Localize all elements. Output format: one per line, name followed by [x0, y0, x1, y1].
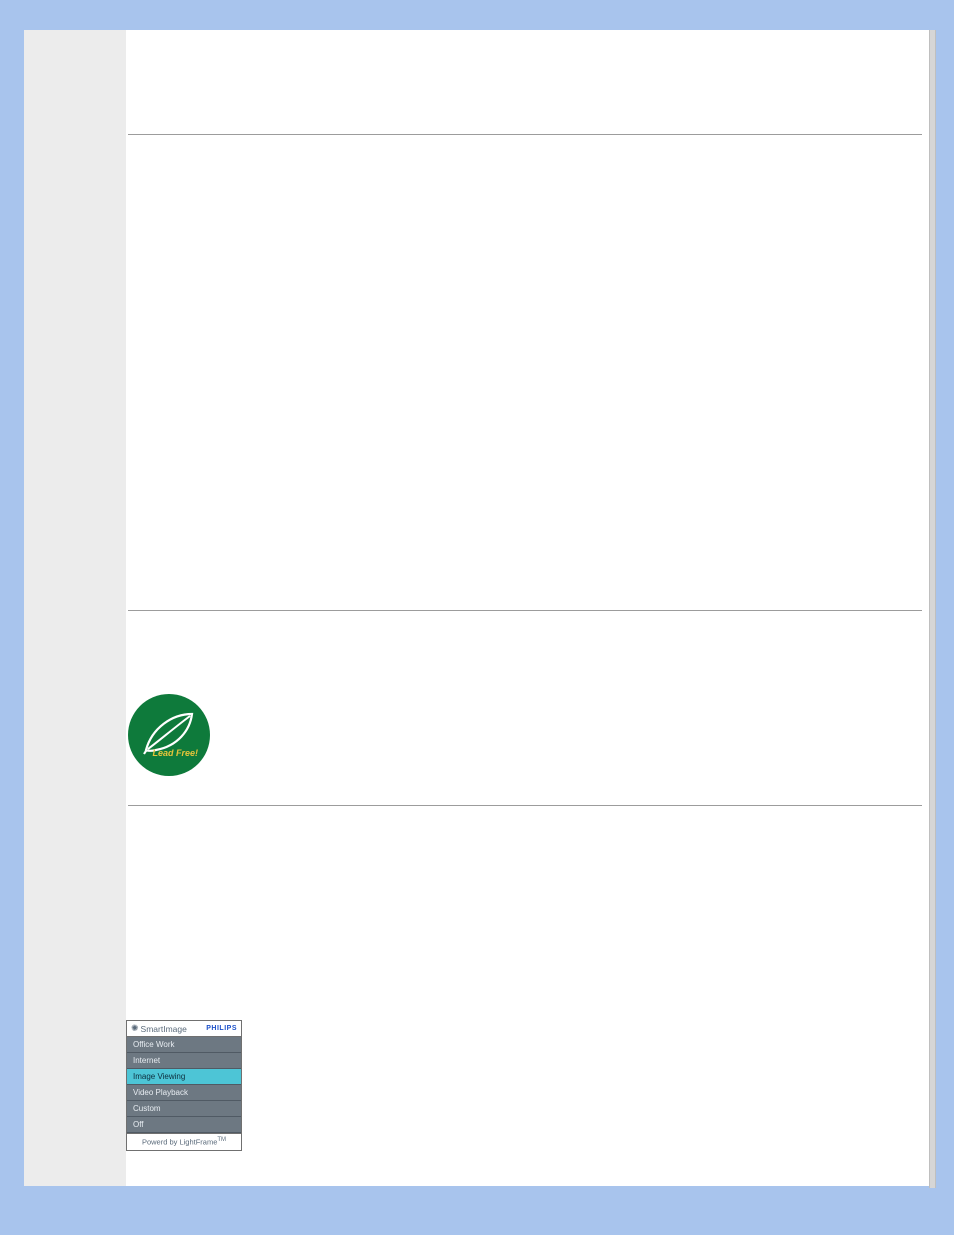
- section-1-blank: [128, 30, 922, 134]
- section-3-blank: [128, 611, 922, 805]
- smartimage-logo-icon: ✺: [131, 1023, 139, 1034]
- leaf-icon: [134, 700, 204, 770]
- smartimage-title: SmartImage: [141, 1024, 207, 1034]
- left-sidebar: [24, 30, 126, 1186]
- smartimage-footer: Powerd by LightFrameTM: [127, 1133, 241, 1150]
- page-frame: Lead Free! ✺ SmartImage PHILIPS Office W…: [24, 30, 930, 1186]
- smartimage-footer-sup: TM: [217, 1137, 226, 1143]
- lead-free-label: Lead Free!: [152, 748, 198, 758]
- smartimage-items-container: Office WorkInternetImage ViewingVideo Pl…: [127, 1037, 241, 1133]
- smartimage-item-internet[interactable]: Internet: [127, 1053, 241, 1069]
- section-2-blank: [128, 135, 922, 610]
- philips-brand-label: PHILIPS: [206, 1025, 237, 1032]
- divider-3: [128, 805, 922, 806]
- smartimage-item-video-playback[interactable]: Video Playback: [127, 1085, 241, 1101]
- smartimage-item-custom[interactable]: Custom: [127, 1101, 241, 1117]
- main-content: Lead Free! ✺ SmartImage PHILIPS Office W…: [126, 30, 930, 1186]
- smartimage-footer-text: Powerd by LightFrame: [142, 1138, 217, 1147]
- smartimage-osd-menu: ✺ SmartImage PHILIPS Office WorkInternet…: [126, 1020, 242, 1151]
- smartimage-item-office-work[interactable]: Office Work: [127, 1037, 241, 1053]
- smartimage-item-image-viewing[interactable]: Image Viewing: [127, 1069, 241, 1085]
- vertical-scrollbar[interactable]: [929, 30, 936, 1188]
- smartimage-item-off[interactable]: Off: [127, 1117, 241, 1133]
- lead-free-badge: Lead Free!: [128, 694, 210, 776]
- smartimage-header: ✺ SmartImage PHILIPS: [127, 1021, 241, 1037]
